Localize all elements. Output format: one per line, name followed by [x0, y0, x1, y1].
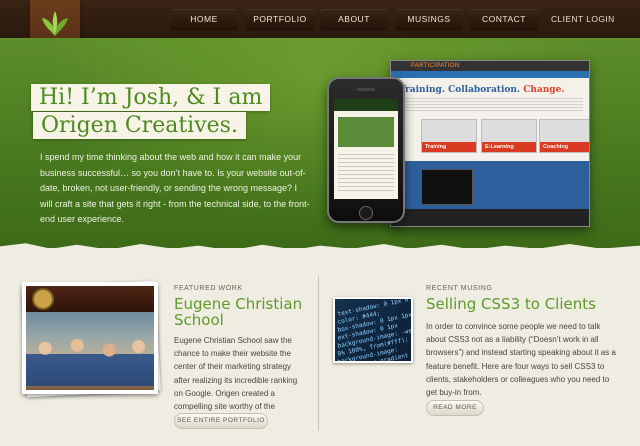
- phone-site-text: [338, 154, 394, 194]
- phone-site-image: [338, 117, 394, 147]
- musing-body: In order to convince some people we need…: [426, 322, 616, 398]
- nav-home[interactable]: HOME: [170, 9, 238, 29]
- phone-site-header: [334, 99, 398, 111]
- showcase-monitor: PARTICIPATION Training. Collaboration. C…: [390, 60, 590, 227]
- featured-work-photo[interactable]: [21, 280, 161, 398]
- showcase-card-training: Training: [421, 119, 477, 153]
- phone-screen: [334, 99, 398, 199]
- showcase-site-nav: [391, 71, 589, 78]
- students-image: [26, 328, 154, 386]
- photo-front: [22, 282, 158, 394]
- showcase-card-label: Coaching: [540, 142, 589, 152]
- showcase-footer: [391, 209, 589, 226]
- showcase-card-coaching: Coaching: [539, 119, 589, 153]
- showcase-site-logo: PARTICIPATION: [411, 63, 460, 69]
- featured-title[interactable]: Eugene Christian School: [174, 296, 314, 328]
- showcase-card-label: E-Learning: [482, 142, 536, 152]
- phone-speaker: [357, 88, 375, 91]
- showcase-video: [421, 169, 473, 205]
- featured-eyebrow: FEATURED WORK: [174, 285, 243, 292]
- showcase-phone: [327, 77, 405, 223]
- nav-about[interactable]: ABOUT: [320, 9, 388, 29]
- hero-headline-line2: Origen Creatives.: [33, 112, 246, 139]
- musing-title[interactable]: Selling CSS3 to Clients: [426, 296, 616, 312]
- css3-code-image[interactable]: text-shadow: 0 1px 0 color: #444; box-sh…: [333, 297, 413, 363]
- showcase-heading: Training. Collaboration. Change.: [399, 85, 564, 95]
- read-more-button[interactable]: READ MORE: [426, 400, 484, 416]
- nav-portfolio[interactable]: PORTFOLIO: [246, 9, 314, 29]
- column-divider: [318, 276, 319, 431]
- school-crest-icon: [32, 288, 54, 310]
- showcase-card-label: Training: [422, 142, 476, 152]
- nav-musings[interactable]: MUSINGS: [395, 9, 463, 29]
- phone-home-button: [359, 206, 373, 220]
- showcase-text-lines: [399, 98, 583, 112]
- nav-contact[interactable]: CONTACT: [470, 9, 538, 29]
- musing-eyebrow: RECENT MUSING: [426, 285, 493, 292]
- showcase-heading-main: Training. Collaboration.: [399, 85, 524, 95]
- hero-headline-line1: Hi! I’m Josh, & I am: [31, 84, 271, 111]
- leaf-icon: [42, 11, 68, 36]
- nav-client-login[interactable]: CLIENT LOGIN: [551, 9, 615, 29]
- school-photo: [26, 286, 154, 390]
- showcase-heading-accent: Change.: [523, 85, 565, 95]
- hero-intro-text: I spend my time thinking about the web a…: [40, 152, 310, 224]
- showcase-card-elearning: E-Learning: [481, 119, 537, 153]
- see-portfolio-button[interactable]: SEE ENTIRE PORTFOLIO: [174, 413, 268, 429]
